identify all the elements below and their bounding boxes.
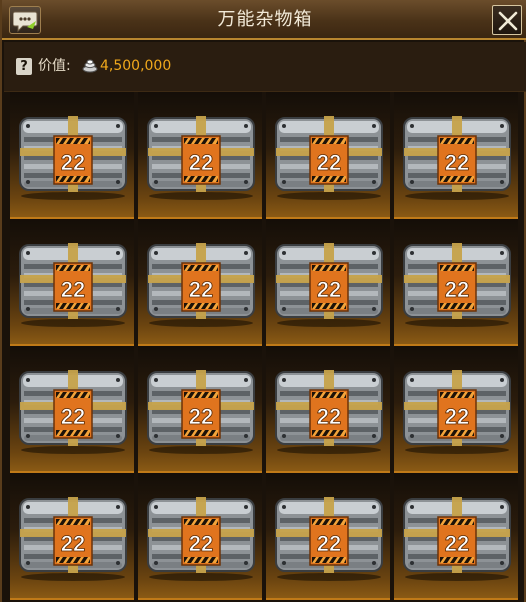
crate-badge: 22: [445, 277, 469, 302]
crate-badge: 22: [61, 404, 85, 429]
crate-badge: 22: [445, 404, 469, 429]
value-row: ? 价值: 4,500,000: [4, 42, 526, 92]
crate-badge: 22: [317, 277, 341, 302]
inventory-slot-6[interactable]: 22: [138, 219, 262, 346]
inventory-slot-2[interactable]: 22: [138, 92, 262, 219]
inventory-slot-16[interactable]: 22: [394, 473, 518, 600]
window-title: 万能杂物箱: [217, 9, 313, 30]
crate-icon: 22: [19, 370, 127, 454]
chat-bubble-icon: [13, 11, 38, 33]
inventory-slot-15[interactable]: 22: [266, 473, 390, 600]
crate-badge: 22: [189, 150, 213, 175]
crate-badge: 22: [61, 277, 85, 302]
inventory-slot-5[interactable]: 22: [10, 219, 134, 346]
inventory-slot-9[interactable]: 22: [10, 346, 134, 473]
storage-window: 万能杂物箱 ? 价值: 4,500,000 22 22 22 22 22 22 …: [0, 0, 526, 602]
crate-badge: 22: [317, 531, 341, 556]
inventory-slot-8[interactable]: 22: [394, 219, 518, 346]
inventory-slot-1[interactable]: 22: [10, 92, 134, 219]
crate-icon: 22: [403, 497, 511, 581]
crate-icon: 22: [147, 116, 255, 200]
inventory-slot-10[interactable]: 22: [138, 346, 262, 473]
crate-icon: 22: [275, 497, 383, 581]
crate-badge: 22: [445, 150, 469, 175]
crate-icon: 22: [19, 243, 127, 327]
inventory-slot-7[interactable]: 22: [266, 219, 390, 346]
crate-badge: 22: [189, 404, 213, 429]
crate-icon: 22: [403, 116, 511, 200]
title-bar: 万能杂物箱: [2, 0, 526, 40]
crate-badge: 22: [61, 150, 85, 175]
crate-icon: 22: [147, 497, 255, 581]
question-icon[interactable]: ?: [16, 58, 32, 75]
coin-icon: [82, 59, 98, 73]
crate-badge: 22: [317, 150, 341, 175]
crate-icon: 22: [275, 370, 383, 454]
inventory-slot-4[interactable]: 22: [394, 92, 518, 219]
crate-icon: 22: [147, 370, 255, 454]
inventory-slot-12[interactable]: 22: [394, 346, 518, 473]
crate-icon: 22: [147, 243, 255, 327]
crate-icon: 22: [19, 497, 127, 581]
crate-icon: 22: [275, 243, 383, 327]
inventory-slot-3[interactable]: 22: [266, 92, 390, 219]
chat-button[interactable]: [9, 6, 41, 34]
crate-badge: 22: [445, 531, 469, 556]
crate-icon: 22: [19, 116, 127, 200]
inventory-slot-14[interactable]: 22: [138, 473, 262, 600]
close-button[interactable]: [492, 5, 522, 35]
crate-badge: 22: [317, 404, 341, 429]
crate-icon: 22: [403, 243, 511, 327]
close-icon: [498, 11, 518, 31]
value-label: 价值:: [38, 58, 71, 74]
crate-badge: 22: [189, 531, 213, 556]
crate-badge: 22: [61, 531, 85, 556]
crate-badge: 22: [189, 277, 213, 302]
inventory-slot-11[interactable]: 22: [266, 346, 390, 473]
value-amount: 4,500,000: [100, 58, 172, 74]
crate-icon: 22: [403, 370, 511, 454]
item-grid: 22 22 22 22 22 22 22 22 22 22 22 22 22 2…: [10, 92, 522, 602]
crate-icon: 22: [275, 116, 383, 200]
inventory-slot-13[interactable]: 22: [10, 473, 134, 600]
